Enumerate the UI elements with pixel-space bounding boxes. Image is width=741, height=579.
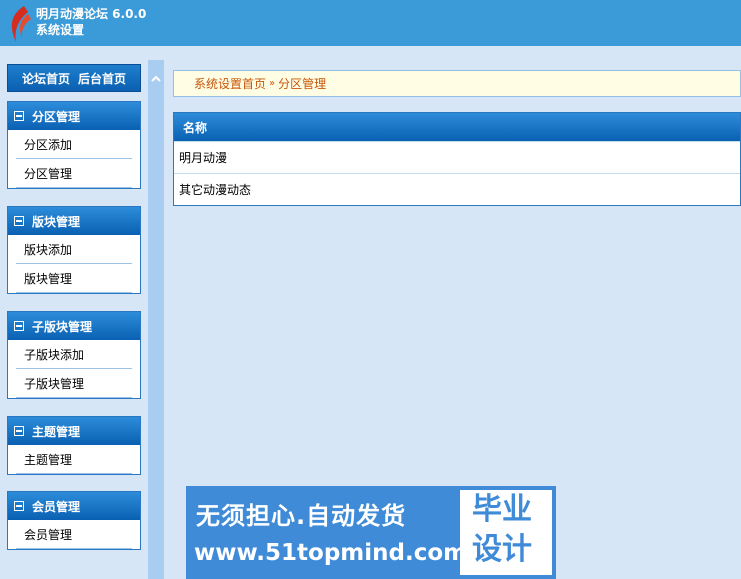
banner-slogan: 无须担心.自动发货 <box>196 502 407 530</box>
group-title: 子版块管理 <box>32 319 93 334</box>
chevron-up-icon[interactable] <box>151 74 161 84</box>
table-row[interactable]: 明月动漫 <box>174 141 740 173</box>
sidebar-item-zone-manage[interactable]: 分区管理 <box>16 159 132 188</box>
group-header[interactable]: 会员管理 <box>8 492 140 520</box>
sidebar-item-zone-add[interactable]: 分区添加 <box>16 130 132 159</box>
group-board-management: 版块管理 版块添加 版块管理 <box>7 206 141 294</box>
breadcrumb: 系统设置首页 » 分区管理 <box>173 70 741 97</box>
sidebar-item-member-manage[interactable]: 会员管理 <box>16 520 132 549</box>
app-title: 明月动漫论坛 6.0.0 <box>36 7 147 21</box>
group-zone-management: 分区管理 分区添加 分区管理 <box>7 101 141 189</box>
sidebar-item-topic-manage[interactable]: 主题管理 <box>16 445 132 474</box>
minus-box-icon <box>14 321 24 331</box>
group-header[interactable]: 版块管理 <box>8 207 140 235</box>
sidebar-item-subboard-manage[interactable]: 子版块管理 <box>16 369 132 398</box>
sidebar-item-board-manage[interactable]: 版块管理 <box>16 264 132 293</box>
table-row[interactable]: 其它动漫动态 <box>174 173 740 205</box>
top-nav: 论坛首页 后台首页 <box>7 64 141 92</box>
app-subtitle: 系统设置 <box>36 23 85 37</box>
admin-home-link[interactable]: 后台首页 <box>78 70 126 87</box>
banner-tag: 毕业 设计 <box>460 490 552 575</box>
group-member-management: 会员管理 会员管理 <box>7 491 141 550</box>
flame-logo-icon <box>11 6 31 42</box>
group-subboard-management: 子版块管理 子版块添加 子版块管理 <box>7 311 141 399</box>
group-header[interactable]: 子版块管理 <box>8 312 140 340</box>
sidebar: 论坛首页 后台首页 分区管理 分区添加 分区管理 版块管理 版块添加 版块管理 … <box>0 46 148 579</box>
group-title: 分区管理 <box>32 109 81 124</box>
minus-box-icon <box>14 426 24 436</box>
group-title: 会员管理 <box>32 499 81 514</box>
banner-url: www.51topmind.com <box>194 540 468 566</box>
sidebar-splitter[interactable] <box>148 60 164 579</box>
group-header[interactable]: 分区管理 <box>8 102 140 130</box>
breadcrumb-separator: » <box>269 78 276 89</box>
sidebar-item-subboard-add[interactable]: 子版块添加 <box>16 340 132 369</box>
minus-box-icon <box>14 216 24 226</box>
group-header[interactable]: 主题管理 <box>8 417 140 445</box>
breadcrumb-current: 分区管理 <box>278 77 327 91</box>
banner-tag-line1: 毕业 <box>472 492 532 527</box>
minus-box-icon <box>14 111 24 121</box>
forum-home-link[interactable]: 论坛首页 <box>22 70 70 87</box>
minus-box-icon <box>14 501 24 511</box>
breadcrumb-home-link[interactable]: 系统设置首页 <box>194 75 266 92</box>
sidebar-item-board-add[interactable]: 版块添加 <box>16 235 132 264</box>
zone-table: 名称 明月动漫 其它动漫动态 <box>173 112 741 206</box>
group-title: 版块管理 <box>32 214 81 229</box>
app-header: 明月动漫论坛 6.0.0 系统设置 <box>0 0 741 46</box>
table-header: 名称 <box>174 113 740 141</box>
group-topic-management: 主题管理 主题管理 <box>7 416 141 475</box>
banner-tag-line2: 设计 <box>472 532 532 567</box>
watermark-banner: 无须担心.自动发货 www.51topmind.com 毕业 设计 <box>186 486 556 579</box>
group-title: 主题管理 <box>32 424 81 439</box>
